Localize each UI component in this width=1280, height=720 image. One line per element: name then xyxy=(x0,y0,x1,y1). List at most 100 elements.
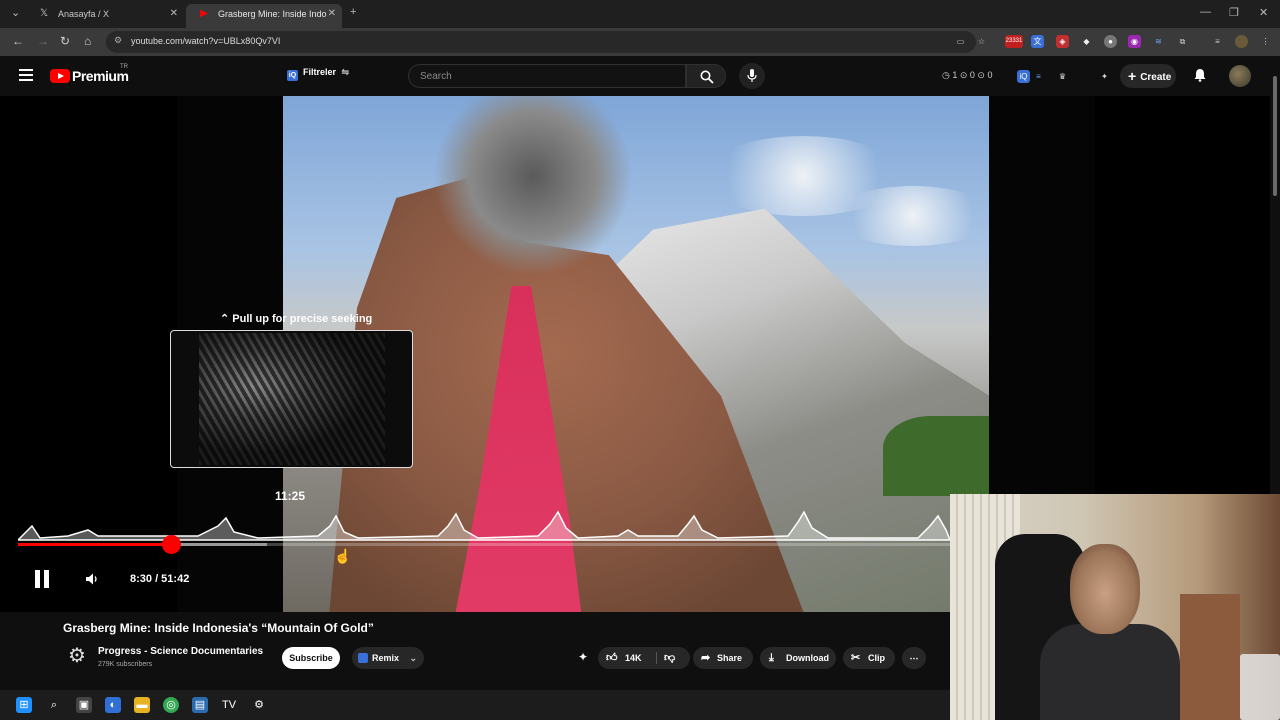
reload-icon[interactable]: ↻ xyxy=(60,34,70,48)
task-view-icon[interactable]: ▣ xyxy=(76,697,92,713)
ai-star-icon[interactable]: ✦ xyxy=(1098,70,1111,83)
video-title: Grasberg Mine: Inside Indonesia's “Mount… xyxy=(63,621,374,635)
extensions-puzzle-icon[interactable]: ⧉ xyxy=(1176,35,1189,48)
clip-button[interactable]: ✂ Clip xyxy=(843,647,895,669)
pause-button[interactable] xyxy=(33,570,51,588)
subscriber-count: 279K subscribers xyxy=(98,661,153,668)
cast-icon[interactable]: ▭ xyxy=(954,35,967,48)
time-display: 8:30 / 51:42 xyxy=(130,573,190,585)
subscribe-button[interactable]: Subscribe xyxy=(282,647,340,669)
voice-search-button[interactable] xyxy=(739,63,765,89)
progress-played xyxy=(18,543,172,546)
extension-purple-icon[interactable]: ◉ xyxy=(1128,35,1141,48)
extension-circle-icon[interactable]: ● xyxy=(1104,35,1117,48)
tradingview-icon[interactable]: TV xyxy=(221,697,237,713)
chevron-down-icon: ⌄ xyxy=(409,653,418,663)
channel-avatar-gear-icon[interactable]: ⚙ xyxy=(65,644,89,668)
close-icon[interactable]: ✕ xyxy=(170,4,178,24)
channel-name[interactable]: Progress - Science Documentaries xyxy=(98,646,263,657)
search-placeholder: Search xyxy=(420,71,452,82)
extension-badge[interactable]: 23331 xyxy=(1005,35,1023,48)
new-tab-icon[interactable]: + xyxy=(350,6,356,18)
volume-icon[interactable] xyxy=(85,572,99,586)
file-explorer-icon[interactable]: ▬ xyxy=(134,697,150,713)
filter-settings-icon: ⇋ xyxy=(341,67,350,77)
streamer xyxy=(1040,544,1180,720)
tab-x[interactable]: 𝕏 Anasayfa / X ✕ xyxy=(26,4,184,28)
tab-search-icon[interactable]: ⌄ xyxy=(11,6,20,19)
create-button[interactable]: + Create xyxy=(1120,64,1176,88)
search-icon[interactable]: ⌕ xyxy=(46,697,62,713)
notifications-bell-icon[interactable] xyxy=(1193,68,1207,82)
thumbs-down-icon[interactable]: 👎︎ xyxy=(664,647,675,669)
trophy-icon[interactable]: ♛ xyxy=(1056,70,1069,83)
search-button[interactable] xyxy=(686,64,726,88)
chrome-icon[interactable]: ◎ xyxy=(163,697,179,713)
app-icon[interactable]: ▤ xyxy=(192,697,208,713)
copilot-icon[interactable]: ◐ xyxy=(105,697,121,713)
url-text: youtube.com/watch?v=UBLx80Qv7VI xyxy=(131,36,281,46)
cloud xyxy=(833,186,989,246)
most-replayed-heatmap xyxy=(18,510,950,541)
tab-title: Anasayfa / X xyxy=(58,9,110,19)
extension-icon[interactable]: ◈ xyxy=(1056,35,1069,48)
plus-icon: + xyxy=(1128,68,1137,84)
youtube-icon: ▶ xyxy=(200,8,208,19)
back-icon[interactable]: ← xyxy=(12,34,24,48)
bookshelf xyxy=(1180,594,1240,720)
preview-time: 11:25 xyxy=(275,489,306,503)
filter-button[interactable]: iQ Filtreler ⇋ xyxy=(287,67,349,85)
tab-youtube[interactable]: ▶ Grasberg Mine: Inside Indo ✕ xyxy=(186,4,342,28)
extension-iq-icon[interactable]: iQ xyxy=(1017,70,1030,83)
youtube-header: Premium TR iQ Filtreler ⇋ Search ◷ 1 ⊙ 0 … xyxy=(0,56,1280,96)
windows-start-icon[interactable]: ⊞ xyxy=(16,697,32,713)
tab-title: Grasberg Mine: Inside Indo xyxy=(218,9,327,19)
like-dislike-group: 👍︎ 14K 👎︎ xyxy=(598,647,690,669)
grass-slope xyxy=(883,416,989,496)
close-icon[interactable]: ✕ xyxy=(328,4,336,24)
address-bar: ← → ↻ ⌂ ⚙ youtube.com/watch?v=UBLx80Qv7V… xyxy=(0,28,1280,56)
site-info-icon[interactable]: ⚙ xyxy=(114,35,122,46)
close-window-icon[interactable]: ✕ xyxy=(1259,6,1268,19)
download-icon: ⤓ xyxy=(769,652,774,664)
extension-sound-icon[interactable]: ≋ xyxy=(1152,35,1165,48)
maximize-icon[interactable]: ❐ xyxy=(1229,6,1239,19)
page-scrollbar[interactable] xyxy=(1270,56,1280,494)
download-label: Download xyxy=(786,653,829,663)
hamburger-menu-icon[interactable] xyxy=(19,69,33,81)
preview-image xyxy=(199,333,385,465)
ai-star-icon[interactable]: ✦ xyxy=(578,650,588,664)
search-input[interactable]: Search xyxy=(408,64,686,88)
streamer-body xyxy=(1040,624,1180,720)
more-actions-icon[interactable]: ⋯ xyxy=(902,647,926,669)
cup xyxy=(1240,654,1280,720)
reading-list-icon[interactable]: ≡ xyxy=(1211,35,1224,48)
os-taskbar: ⊞ ⌕ ▣ ◐ ▬ ◎ ▤ TV ⚙ xyxy=(0,690,950,720)
scissors-icon: ✂ xyxy=(851,652,861,664)
download-button[interactable]: ⤓ Download xyxy=(760,647,836,669)
app-gear-icon[interactable]: ⚙ xyxy=(251,697,267,713)
profile-avatar-icon[interactable] xyxy=(1235,35,1248,48)
translate-extension-icon[interactable]: 文 xyxy=(1031,35,1044,48)
remix-button[interactable]: Remix ⌄ xyxy=(352,647,424,669)
url-field[interactable]: ⚙ youtube.com/watch?v=UBLx80Qv7VI xyxy=(106,31,976,53)
bookmark-star-icon[interactable]: ☆ xyxy=(975,35,988,48)
remix-badge-icon xyxy=(358,653,368,663)
seek-hint-text: Pull up for precise seeking xyxy=(232,313,373,325)
thumbs-up-icon[interactable]: 👍︎ xyxy=(606,647,618,669)
x-logo-icon: 𝕏 xyxy=(39,8,49,19)
extension-diamond-icon[interactable]: ◆ xyxy=(1080,35,1093,48)
share-button[interactable]: ➦ Share xyxy=(693,647,753,669)
account-avatar[interactable] xyxy=(1229,65,1251,87)
forward-icon[interactable]: → xyxy=(37,34,49,48)
extension-list-icon[interactable]: ≡ xyxy=(1032,70,1045,83)
browser-menu-icon[interactable]: ⋮ xyxy=(1259,35,1272,48)
microphone-icon xyxy=(747,69,757,82)
home-icon[interactable]: ⌂ xyxy=(84,34,91,48)
extension-counters: ◷ 1 ⊙ 0 ⊙ 0 xyxy=(942,70,993,80)
minimize-icon[interactable]: — xyxy=(1200,6,1211,18)
youtube-play-icon xyxy=(50,69,70,83)
browser-tab-strip: ⌄ 𝕏 Anasayfa / X ✕ ▶ Grasberg Mine: Insi… xyxy=(0,0,1280,28)
like-count[interactable]: 14K xyxy=(625,647,642,669)
player-backdrop-right xyxy=(989,96,1095,496)
